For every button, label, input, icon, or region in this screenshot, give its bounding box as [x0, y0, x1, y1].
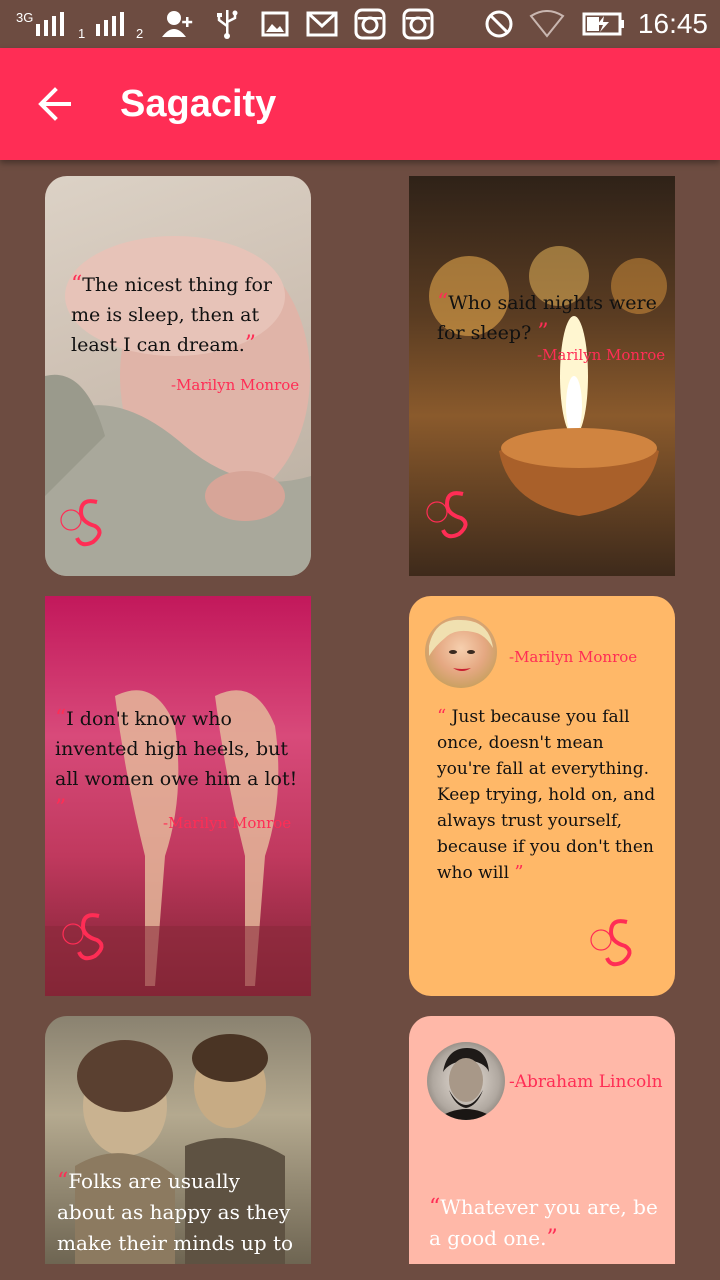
- sagacity-logo-icon: [426, 491, 468, 539]
- open-quote-mark: “: [437, 290, 449, 315]
- quote-card-4[interactable]: -Marilyn Monroe “ Just because you fall …: [409, 596, 675, 996]
- sagacity-logo-icon: [590, 919, 632, 967]
- battery-charging-icon: [580, 8, 628, 40]
- quote-author: -Marilyn Monroe: [537, 346, 666, 364]
- wifi-icon: [528, 8, 566, 40]
- add-person-icon: [160, 8, 196, 40]
- do-not-disturb-icon: [482, 8, 516, 40]
- app-bar: Sagacity: [0, 48, 720, 160]
- signal-sim2-icon: [94, 8, 134, 40]
- close-quote-mark: ”: [537, 320, 549, 345]
- marilyn-portrait: [429, 619, 493, 671]
- quote-author: -Marilyn Monroe: [171, 376, 300, 394]
- page-title: Sagacity: [120, 83, 277, 125]
- close-quote-mark: ”: [546, 1226, 558, 1251]
- quote-card-3[interactable]: “I don't know who invented high heels, b…: [45, 596, 311, 996]
- sagacity-logo-icon: [60, 499, 102, 547]
- instagram-icon: [400, 8, 436, 40]
- close-quote-mark: ”: [88, 1262, 99, 1264]
- quote-body: Folks are usually about as happy as they…: [57, 1169, 294, 1264]
- quote-text: “Whatever you are, be a good one.”: [429, 1192, 659, 1254]
- gmail-icon: [304, 8, 340, 40]
- usb-icon: [210, 8, 244, 40]
- quote-author: -Marilyn Monroe: [163, 814, 292, 832]
- sim1-label: 1: [78, 26, 86, 41]
- author-avatar: [427, 1042, 505, 1120]
- quote-text: “ Just because you fall once, doesn't me…: [437, 704, 657, 886]
- signal-sim1-icon: [34, 8, 74, 40]
- open-quote-mark: “: [71, 272, 83, 297]
- quote-card-2[interactable]: “Who said nights were for sleep? ” -Mari…: [409, 176, 675, 576]
- author-avatar: [425, 616, 497, 688]
- quote-card-6[interactable]: -Abraham Lincoln “Whatever you are, be a…: [409, 1016, 675, 1264]
- close-quote-mark: ”: [244, 332, 256, 357]
- network-type-label: 3G: [16, 10, 34, 25]
- quote-body: Whatever you are, be a good one.: [429, 1195, 658, 1250]
- image-icon: [258, 8, 292, 40]
- quote-author: -Abraham Lincoln: [509, 1072, 663, 1092]
- instagram-icon: [352, 8, 388, 40]
- close-quote-mark: ”: [55, 796, 67, 821]
- quote-body: The nicest thing for me is sleep, then a…: [71, 274, 273, 356]
- quote-body: I don't know who invented high heels, bu…: [55, 708, 298, 790]
- open-quote-mark: “: [57, 1169, 69, 1194]
- quote-author: -Marilyn Monroe: [509, 648, 638, 666]
- quote-card-1[interactable]: “The nicest thing for me is sleep, then …: [45, 176, 311, 576]
- open-quote-mark: “: [55, 706, 67, 731]
- lincoln-portrait: [435, 1048, 497, 1120]
- quote-text: “Who said nights were for sleep? ”: [437, 288, 667, 348]
- quote-body: Just because you fall once, doesn't mean…: [437, 707, 656, 883]
- close-quote-mark: ”: [514, 862, 524, 883]
- sim2-label: 2: [136, 26, 144, 41]
- quote-card-5[interactable]: “Folks are usually about as happy as the…: [45, 1016, 311, 1264]
- quote-text: “I don't know who invented high heels, b…: [55, 704, 301, 824]
- open-quote-mark: “: [437, 706, 447, 727]
- quote-text: “The nicest thing for me is sleep, then …: [71, 270, 301, 360]
- status-bar: 3G 1 2 16:45: [0, 0, 720, 48]
- sagacity-logo-icon: [62, 913, 104, 961]
- quote-text: “Folks are usually about as happy as the…: [57, 1166, 297, 1264]
- arrow-left-icon: [38, 87, 71, 121]
- open-quote-mark: “: [429, 1195, 441, 1220]
- back-button[interactable]: [28, 76, 84, 132]
- clock: 16:45: [637, 8, 708, 39]
